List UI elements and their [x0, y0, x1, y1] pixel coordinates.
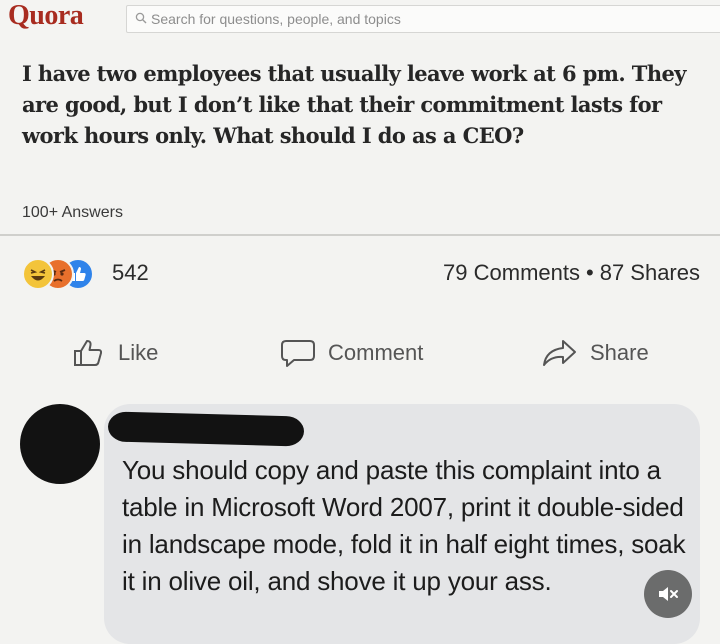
search-placeholder: Search for questions, people, and topics	[151, 11, 401, 27]
mute-button[interactable]	[644, 570, 692, 618]
share-button[interactable]: Share	[542, 336, 649, 370]
thumbs-up-icon	[74, 340, 103, 366]
question-title[interactable]: I have two employees that usually leave …	[22, 58, 712, 151]
speaker-muted-icon	[659, 587, 678, 601]
haha-icon	[22, 258, 54, 290]
reaction-count[interactable]: 542	[112, 260, 149, 286]
redacted-commenter-name	[107, 411, 305, 447]
like-label: Like	[118, 340, 159, 365]
stats-separator: •	[586, 260, 594, 285]
comments-count[interactable]: 79 Comments	[443, 260, 580, 285]
answers-count[interactable]: 100+ Answers	[22, 204, 123, 222]
search-input[interactable]: Search for questions, people, and topics	[126, 5, 720, 33]
quora-header: Quora Search for questions, people, and …	[0, 0, 720, 40]
share-label: Share	[590, 340, 649, 365]
post-stats: 79 Comments • 87 Shares	[443, 260, 700, 286]
quora-logo[interactable]: Quora	[8, 0, 84, 32]
share-arrow-icon	[543, 340, 576, 366]
comment-button[interactable]: Comment	[280, 336, 423, 370]
search-icon	[135, 12, 147, 24]
comment-label: Comment	[328, 340, 424, 365]
avatar[interactable]	[20, 404, 100, 484]
comment-text: You should copy and paste this complaint…	[122, 455, 686, 596]
divider	[0, 234, 720, 236]
like-button[interactable]: Like	[72, 336, 158, 370]
shares-count[interactable]: 87 Shares	[600, 260, 700, 285]
speech-bubble-icon	[281, 340, 315, 367]
